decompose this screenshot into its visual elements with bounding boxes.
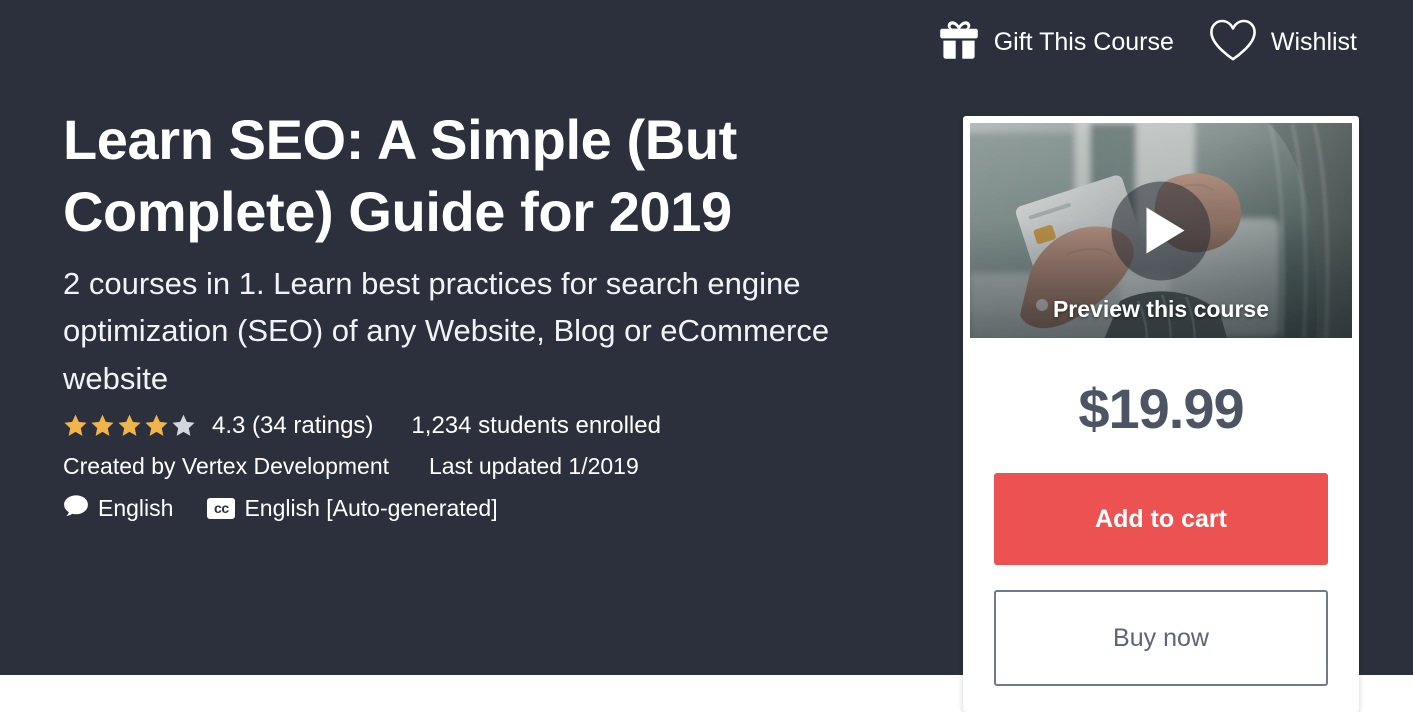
purchase-card: Preview this course $19.99 Add to cart B… [963, 116, 1359, 712]
wishlist-button[interactable]: Wishlist [1208, 18, 1357, 67]
buy-now-button[interactable]: Buy now [994, 590, 1328, 686]
gift-this-course-button[interactable]: Gift This Course [937, 19, 1174, 66]
heart-icon [1208, 18, 1258, 67]
gift-this-course-label: Gift This Course [993, 28, 1174, 56]
course-price: $19.99 [1078, 377, 1244, 440]
star-icon-filled-3 [118, 414, 141, 436]
course-subtitle: 2 courses in 1. Learn best practices for… [63, 266, 830, 396]
comment-bubble-icon [63, 494, 89, 523]
preview-caption-label: Preview this course [1052, 296, 1270, 322]
captions-group: cc English [Auto-generated] [207, 494, 498, 522]
top-actions-bar: Gift This Course Wishlist [937, 18, 1357, 67]
play-triangle [1146, 207, 1185, 254]
course-preview-video[interactable]: Preview this course [970, 123, 1352, 338]
star-icon-filled-4 [145, 414, 168, 436]
add-to-cart-button[interactable]: Add to cart [994, 473, 1328, 565]
created-by-label[interactable]: Created by Vertex Development [63, 453, 389, 480]
last-updated-label: Last updated 1/2019 [429, 452, 639, 479]
star-icon-filled-2 [91, 414, 114, 436]
course-info-panel: Learn SEO: A Simple (But Complete) Guide… [63, 104, 923, 523]
play-icon[interactable] [1111, 181, 1211, 280]
language-row: English cc English [Auto-generated] [63, 494, 923, 523]
closed-caption-icon: cc [207, 497, 236, 519]
spoken-language-group: English [63, 494, 173, 523]
star-icon-filled-1 [64, 414, 87, 436]
students-enrolled-label: 1,234 students enrolled [411, 411, 661, 439]
wishlist-label: Wishlist [1270, 28, 1357, 56]
star-rating[interactable] [63, 413, 196, 438]
star-icon-empty-5 [172, 414, 195, 436]
rating-row: 4.3 (34 ratings) 1,234 students enrolled [63, 412, 923, 440]
creator-row: Created by Vertex Development Last updat… [63, 453, 923, 480]
rating-value-label: 4.3 (34 ratings) [212, 411, 374, 439]
captions-label: English [Auto-generated] [244, 494, 498, 521]
course-title: Learn SEO: A Simple (But Complete) Guide… [63, 108, 737, 243]
spoken-language-label: English [98, 494, 174, 521]
gift-icon [937, 19, 981, 66]
